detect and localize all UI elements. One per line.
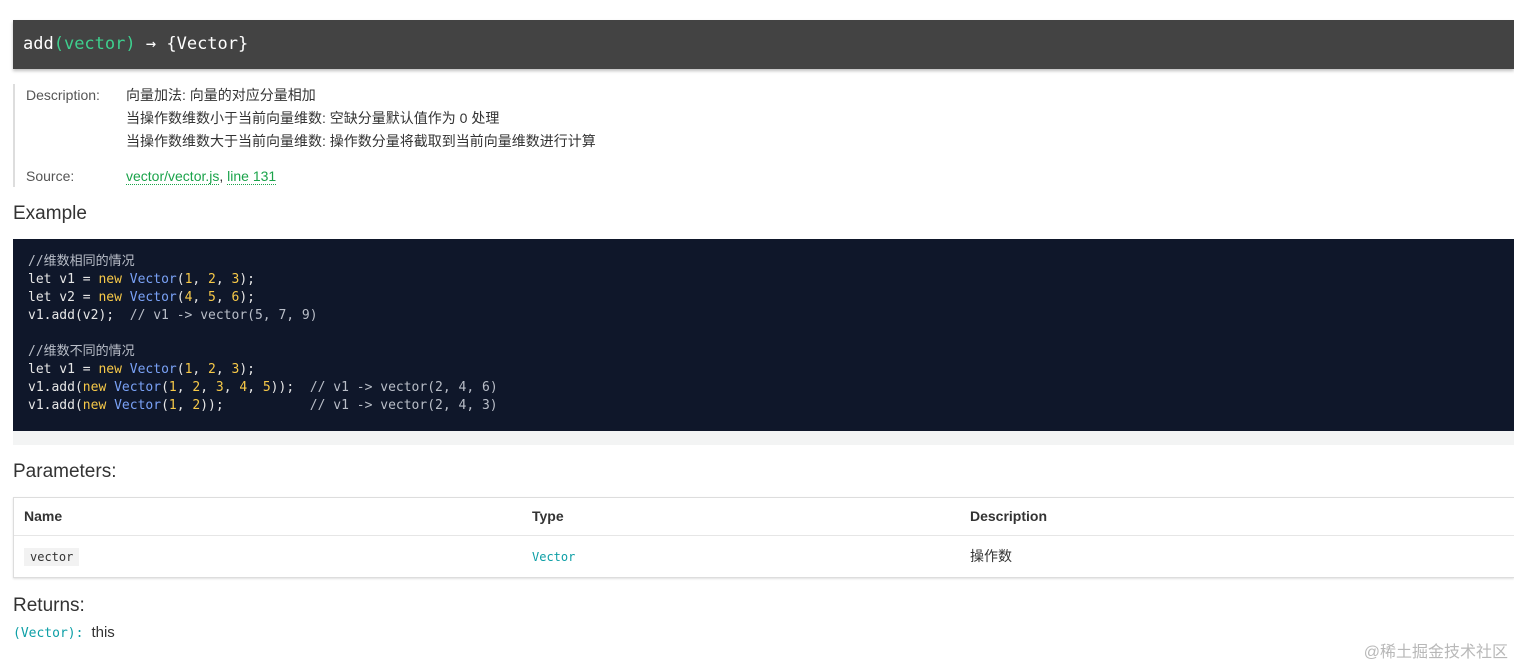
description-line: 当操作数维数大于当前向量维数: 操作数分量将截取到当前向量维数进行计算 (126, 133, 596, 149)
source-line-link[interactable]: line 131 (227, 168, 277, 185)
code-line: v1.add(new Vector(1, 2, 3, 4, 5)); // v1… (28, 380, 498, 395)
param-description: 操作数 (970, 548, 1012, 564)
returns-type: (Vector): (13, 626, 84, 641)
parameters-heading: Parameters: (13, 461, 117, 482)
return-arrow: → (145, 34, 157, 54)
column-header-description: Description (970, 508, 1048, 524)
method-name: add (23, 34, 54, 54)
method-details: Description: 向量加法: 向量的对应分量相加 当操作数维数小于当前向… (13, 84, 915, 187)
code-line: v1.add(v2); // v1 -> vector(5, 7, 9) (28, 308, 318, 323)
column-header-name: Name (24, 508, 63, 524)
source-value: vector/vector.js, line 131 (126, 165, 277, 188)
code-line: v1.add(new Vector(1, 2)); // v1 -> vecto… (28, 398, 498, 413)
param-type-cell: Vector (532, 536, 575, 576)
description-label: Description: (26, 87, 100, 103)
code-scrollbar-track (13, 431, 1514, 445)
source-separator: , (219, 168, 224, 184)
returns-value: (Vector): this (13, 624, 115, 641)
description-text: 向量加法: 向量的对应分量相加 当操作数维数小于当前向量维数: 空缺分量默认值作… (126, 84, 596, 153)
param-name: vector (24, 548, 80, 566)
code-line: let v2 = new Vector(4, 5, 6); (28, 290, 256, 305)
code-line: //维数不同的情况 (28, 344, 135, 359)
example-heading: Example (13, 203, 87, 224)
source-file-link[interactable]: vector/vector.js (126, 168, 220, 185)
column-header-type: Type (532, 508, 564, 524)
returns-text: this (91, 624, 115, 641)
code-line: let v1 = new Vector(1, 2, 3); (28, 362, 256, 377)
returns-heading: Returns: (13, 595, 85, 616)
param-type: Vector (532, 550, 576, 564)
method-signature: add(vector) → {Vector} (13, 20, 1514, 69)
parameters-table: Name Type Description vector Vector 操作数 (13, 497, 1514, 578)
watermark: @稀土掘金技术社区 (1363, 644, 1508, 661)
source-label: Source: (26, 168, 75, 184)
param-name-cell: vector (24, 536, 80, 576)
method-return-type: {Vector} (166, 34, 249, 54)
code-line: //维数相同的情况 (28, 254, 135, 269)
method-params: (vector) (53, 34, 136, 54)
header-divider (14, 535, 1514, 536)
code-line: let v1 = new Vector(1, 2, 3); (28, 272, 256, 287)
description-line: 当操作数维数小于当前向量维数: 空缺分量默认值作为 0 处理 (126, 110, 500, 126)
description-line: 向量加法: 向量的对应分量相加 (126, 87, 316, 103)
example-code-block: //维数相同的情况 let v1 = new Vector(1, 2, 3); le… (13, 239, 1514, 431)
